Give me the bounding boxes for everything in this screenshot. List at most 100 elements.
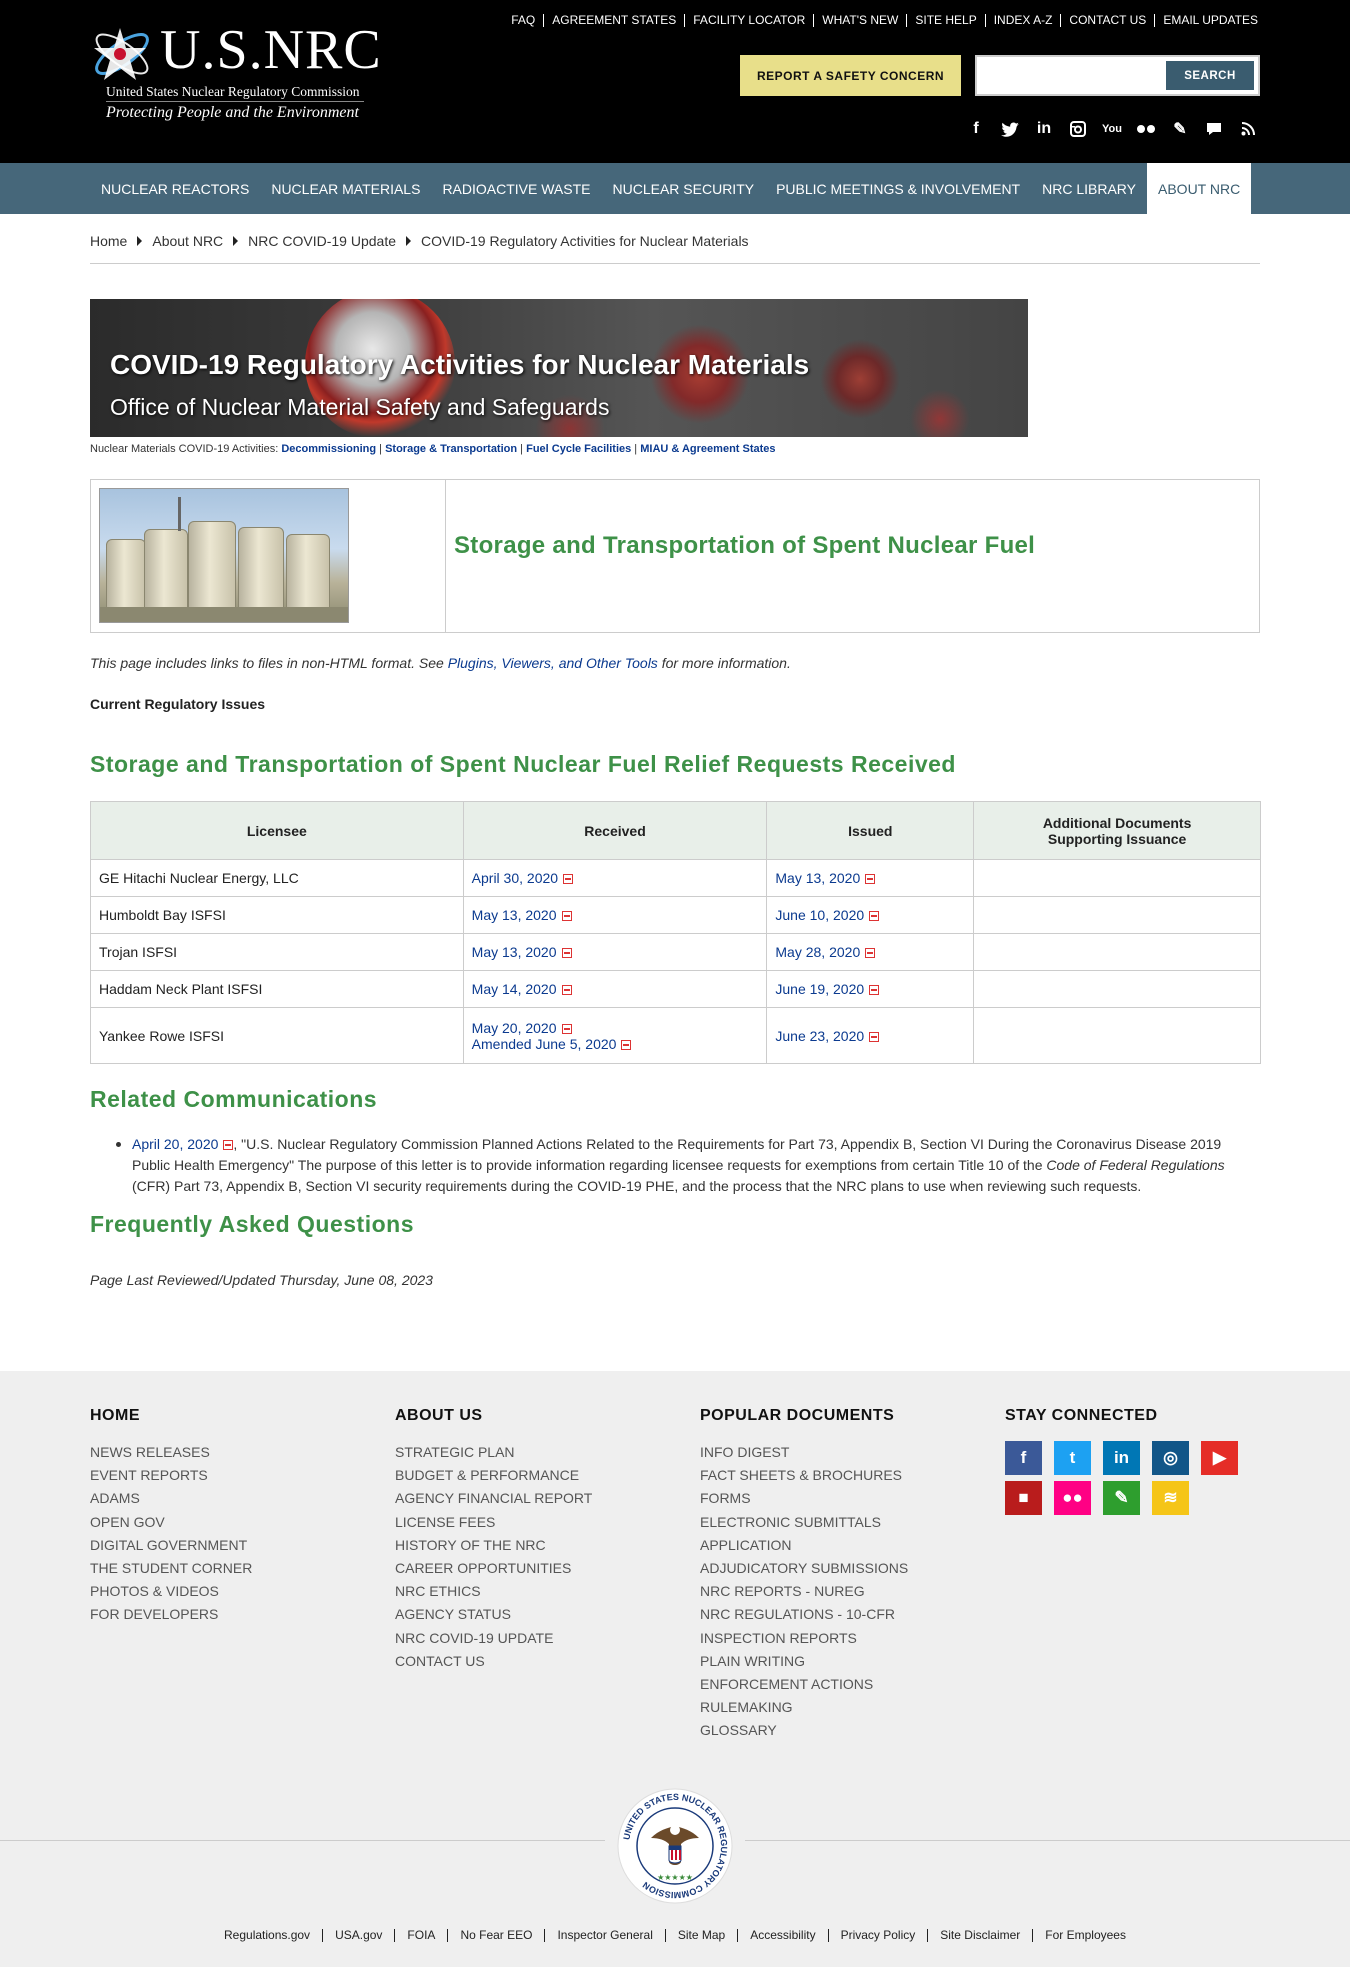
nrc-logo[interactable]: U.S.NRC United States Nuclear Regulatory… <box>90 18 381 128</box>
nav-public-meetings[interactable]: PUBLIC MEETINGS & INVOLVEMENT <box>765 163 1031 214</box>
footer-link[interactable]: ADAMS <box>90 1487 252 1510</box>
footer-link[interactable]: EVENT REPORTS <box>90 1464 252 1487</box>
youtube-icon[interactable]: You <box>1095 117 1129 141</box>
footer-link[interactable]: HISTORY OF THE NRC <box>395 1534 592 1557</box>
footer-link[interactable]: NRC ETHICS <box>395 1580 592 1603</box>
footer-link[interactable]: ELECTRONIC SUBMITTALS <box>700 1511 908 1534</box>
twitter-icon[interactable]: t <box>1054 1441 1091 1475</box>
linkedin-icon[interactable]: in <box>1027 117 1061 141</box>
footer-link[interactable]: ENFORCEMENT ACTIONS <box>700 1673 908 1696</box>
comment-icon[interactable]: ■ <box>1005 1481 1042 1515</box>
received-link[interactable]: May 13, 2020 <box>472 907 557 923</box>
nav-radioactive-waste[interactable]: RADIOACTIVE WASTE <box>431 163 601 214</box>
bottom-link[interactable]: Accessibility <box>737 1929 827 1942</box>
footer-link[interactable]: PLAIN WRITING <box>700 1650 908 1673</box>
footer-link[interactable]: CONTACT US <box>395 1650 592 1673</box>
nav-nuclear-materials[interactable]: NUCLEAR MATERIALS <box>260 163 431 214</box>
footer-link[interactable]: THE STUDENT CORNER <box>90 1557 252 1580</box>
rss-icon[interactable] <box>1231 117 1265 141</box>
link-miau-agreement[interactable]: MIAU & Agreement States <box>640 443 775 455</box>
footer-link[interactable]: AGENCY FINANCIAL REPORT <box>395 1487 592 1510</box>
youtube-icon[interactable]: ▶ <box>1201 1441 1238 1475</box>
footer-heading[interactable]: HOME <box>90 1407 252 1425</box>
related-date-link[interactable]: April 20, 2020 <box>132 1136 218 1152</box>
breadcrumb-home[interactable]: Home <box>90 233 127 249</box>
flickr-icon[interactable]: ●● <box>1054 1481 1091 1515</box>
footer-link[interactable]: FOR DEVELOPERS <box>90 1603 252 1626</box>
instagram-icon[interactable]: ◎ <box>1152 1441 1189 1475</box>
footer-link[interactable]: FACT SHEETS & BROCHURES <box>700 1464 908 1487</box>
bottom-link[interactable]: Site Disclaimer <box>927 1929 1032 1942</box>
nav-about-nrc[interactable]: ABOUT NRC <box>1147 163 1252 214</box>
plugins-link[interactable]: Plugins, Viewers, and Other Tools <box>448 655 658 671</box>
nav-nuclear-reactors[interactable]: NUCLEAR REACTORS <box>90 163 260 214</box>
footer-heading[interactable]: POPULAR DOCUMENTS <box>700 1407 908 1425</box>
bottom-link[interactable]: For Employees <box>1032 1929 1138 1942</box>
bottom-link[interactable]: Privacy Policy <box>827 1929 928 1942</box>
footer-link[interactable]: FORMS <box>700 1487 908 1510</box>
footer-link[interactable]: NRC REPORTS - NUREG <box>700 1580 908 1603</box>
nav-nrc-library[interactable]: NRC LIBRARY <box>1031 163 1147 214</box>
received-link[interactable]: May 13, 2020 <box>472 944 557 960</box>
issued-link[interactable]: June 23, 2020 <box>775 1028 864 1044</box>
bottom-link[interactable]: FOIA <box>394 1929 447 1942</box>
footer-link[interactable]: PHOTOS & VIDEOS <box>90 1580 252 1603</box>
toplink-email-updates[interactable]: EMAIL UPDATES <box>1154 14 1258 27</box>
link-storage-transportation[interactable]: Storage & Transportation <box>385 443 517 455</box>
toplink-site-help[interactable]: SITE HELP <box>906 14 984 27</box>
twitter-icon[interactable] <box>993 117 1027 141</box>
flickr-icon[interactable] <box>1129 117 1163 141</box>
footer-link[interactable]: NRC COVID-19 UPDATE <box>395 1627 592 1650</box>
footer-link[interactable]: AGENCY STATUS <box>395 1603 592 1626</box>
footer-link[interactable]: NEWS RELEASES <box>90 1441 252 1464</box>
footer-link[interactable]: OPEN GOV <box>90 1511 252 1534</box>
issued-link[interactable]: June 10, 2020 <box>775 907 864 923</box>
instagram-icon[interactable] <box>1061 117 1095 141</box>
toplink-index-az[interactable]: INDEX A-Z <box>984 14 1061 27</box>
received-amended-link[interactable]: Amended June 5, 2020 <box>472 1036 617 1052</box>
toplink-contact-us[interactable]: CONTACT US <box>1060 14 1154 27</box>
footer-link[interactable]: DIGITAL GOVERNMENT <box>90 1534 252 1557</box>
toplink-facility-locator[interactable]: FACILITY LOCATOR <box>684 14 813 27</box>
bottom-link[interactable]: Inspector General <box>544 1929 664 1942</box>
issued-link[interactable]: May 13, 2020 <box>775 870 860 886</box>
footer-link[interactable]: RULEMAKING <box>700 1696 908 1719</box>
received-link[interactable]: April 30, 2020 <box>472 870 558 886</box>
bottom-link[interactable]: Regulations.gov <box>212 1929 322 1942</box>
link-decommissioning[interactable]: Decommissioning <box>281 443 376 455</box>
blog-pen-icon[interactable]: ✎ <box>1163 117 1197 141</box>
search-button[interactable]: SEARCH <box>1166 61 1254 90</box>
issued-link[interactable]: June 19, 2020 <box>775 981 864 997</box>
toplink-agreement-states[interactable]: AGREEMENT STATES <box>543 14 684 27</box>
blog-pen-icon[interactable]: ✎ <box>1103 1481 1140 1515</box>
received-link[interactable]: May 14, 2020 <box>472 981 557 997</box>
bottom-link[interactable]: Site Map <box>664 1929 737 1942</box>
bottom-link[interactable]: USA.gov <box>322 1929 394 1942</box>
footer-link[interactable]: BUDGET & PERFORMANCE <box>395 1464 592 1487</box>
linkedin-icon[interactable]: in <box>1103 1441 1140 1475</box>
breadcrumb-covid-update[interactable]: NRC COVID-19 Update <box>248 233 396 249</box>
search-input[interactable] <box>981 61 1166 90</box>
facebook-icon[interactable]: f <box>959 117 993 141</box>
report-safety-concern-button[interactable]: REPORT A SAFETY CONCERN <box>740 55 961 96</box>
comment-icon[interactable] <box>1197 117 1231 141</box>
footer-link[interactable]: CAREER OPPORTUNITIES <box>395 1557 592 1580</box>
footer-link[interactable]: NRC REGULATIONS - 10-CFR <box>700 1603 908 1626</box>
footer-link[interactable]: LICENSE FEES <box>395 1511 592 1534</box>
facebook-icon[interactable]: f <box>1005 1441 1042 1475</box>
footer-link[interactable]: APPLICATION <box>700 1534 908 1557</box>
rss-icon[interactable]: ≋ <box>1152 1481 1189 1515</box>
received-link[interactable]: May 20, 2020 <box>472 1020 557 1036</box>
footer-link[interactable]: INFO DIGEST <box>700 1441 908 1464</box>
footer-link[interactable]: INSPECTION REPORTS <box>700 1627 908 1650</box>
issued-link[interactable]: May 28, 2020 <box>775 944 860 960</box>
bottom-link[interactable]: No Fear EEO <box>447 1929 544 1942</box>
footer-link[interactable]: GLOSSARY <box>700 1719 908 1742</box>
nav-nuclear-security[interactable]: NUCLEAR SECURITY <box>602 163 766 214</box>
toplink-whats-new[interactable]: WHAT'S NEW <box>813 14 906 27</box>
footer-heading[interactable]: ABOUT US <box>395 1407 592 1425</box>
footer-link[interactable]: STRATEGIC PLAN <box>395 1441 592 1464</box>
breadcrumb-about[interactable]: About NRC <box>152 233 223 249</box>
toplink-faq[interactable]: FAQ <box>503 14 543 27</box>
footer-link[interactable]: ADJUDICATORY SUBMISSIONS <box>700 1557 908 1580</box>
